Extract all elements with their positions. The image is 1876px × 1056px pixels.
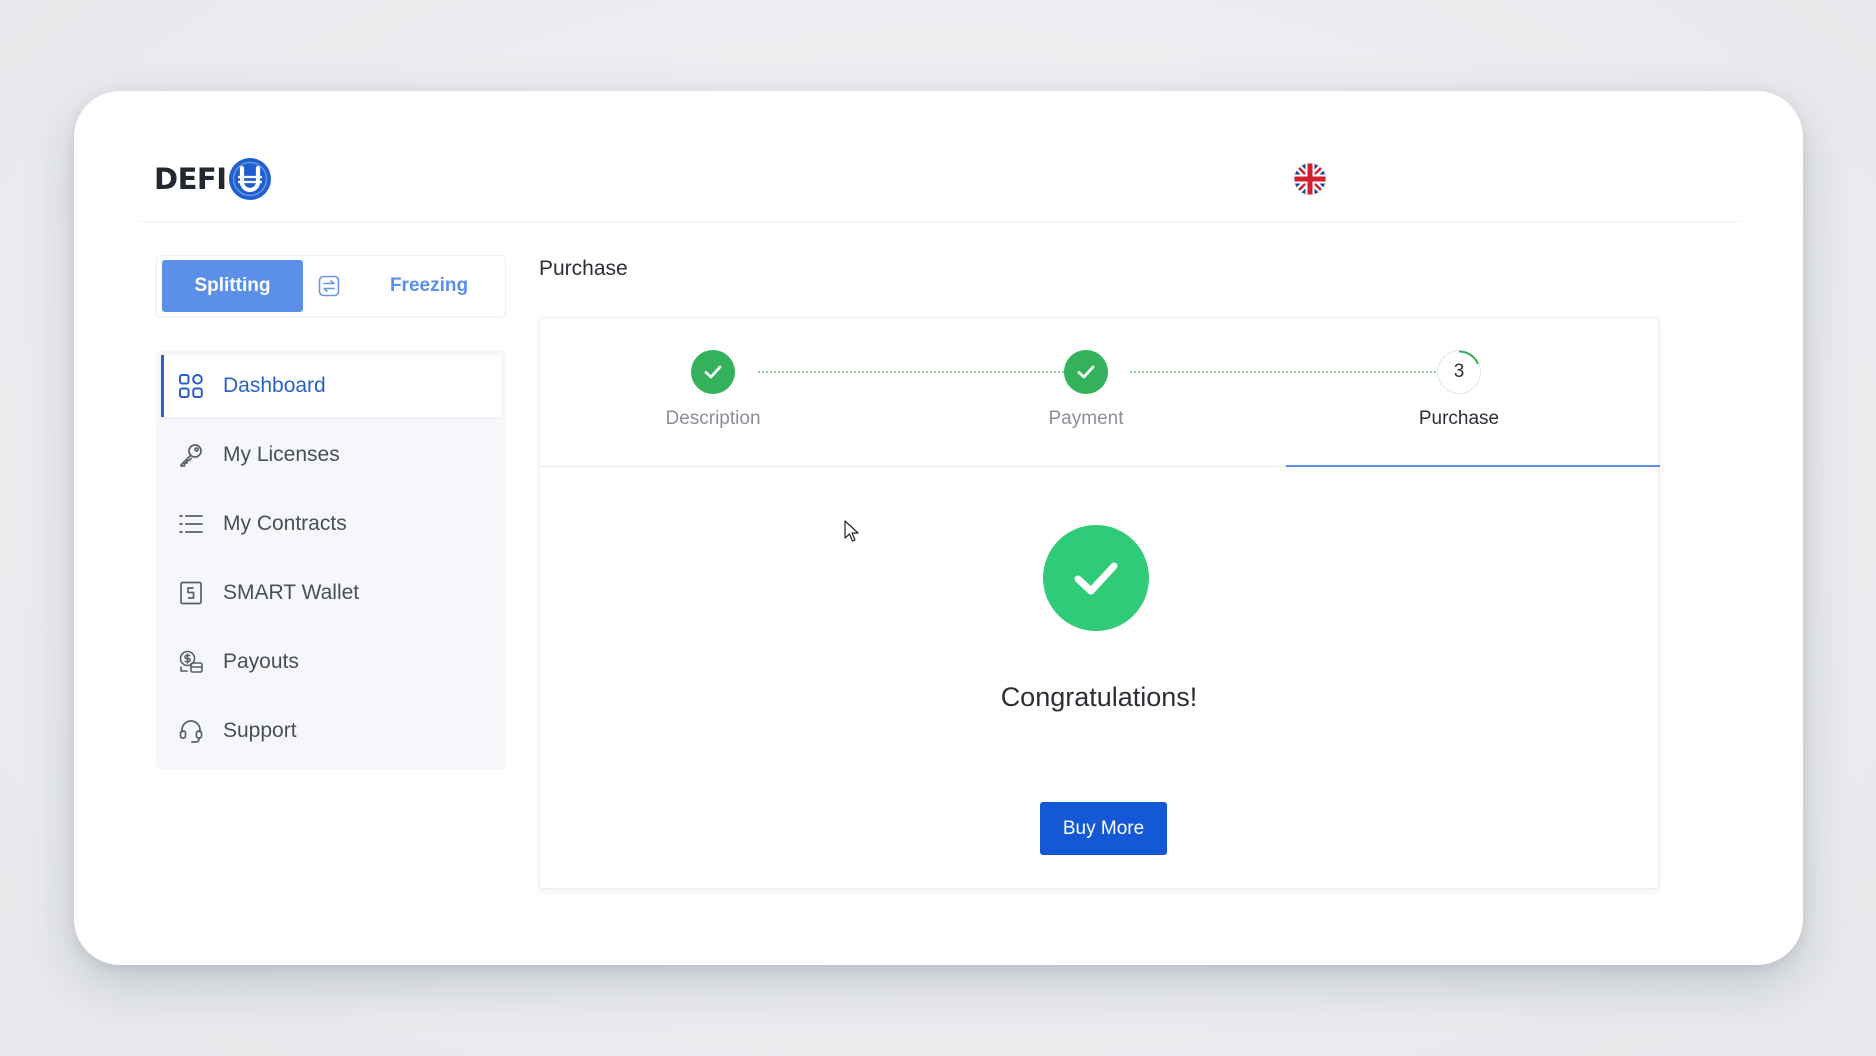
active-step-indicator bbox=[1286, 465, 1660, 467]
step-purchase[interactable]: 3 Purchase bbox=[1359, 350, 1559, 430]
page-title: Purchase bbox=[539, 257, 628, 280]
wallet-icon bbox=[177, 579, 205, 607]
mode-switch: Splitting Freezing bbox=[156, 255, 506, 317]
u-coin-icon bbox=[229, 158, 272, 200]
step-description[interactable]: Description bbox=[613, 350, 813, 430]
purchase-panel: Description Payment 3 Purchase Congratul… bbox=[539, 317, 1660, 889]
check-icon bbox=[1064, 350, 1108, 394]
sidebar-item-support[interactable]: Support bbox=[161, 700, 501, 762]
sidebar-item-my-contracts[interactable]: My Contracts bbox=[161, 493, 501, 555]
uk-flag-icon[interactable] bbox=[1293, 162, 1327, 196]
sidebar-item-label: My Contracts bbox=[223, 512, 347, 535]
progress-arc-icon bbox=[1458, 350, 1479, 365]
logo-text: DEFI bbox=[154, 162, 227, 196]
step-number: 3 bbox=[1437, 350, 1481, 394]
sidebar-item-payouts[interactable]: Payouts bbox=[161, 631, 501, 693]
grid-icon bbox=[177, 372, 205, 400]
sidebar-item-label: Payouts bbox=[223, 650, 299, 673]
step-payment[interactable]: Payment bbox=[986, 350, 1186, 430]
header-divider bbox=[140, 221, 1740, 222]
swap-icon[interactable] bbox=[303, 260, 355, 312]
step-label: Purchase bbox=[1418, 408, 1500, 429]
sidebar-item-label: My Licenses bbox=[223, 443, 340, 466]
list-icon bbox=[177, 510, 205, 538]
sidebar-item-label: SMART Wallet bbox=[223, 581, 360, 604]
sidebar-item-my-licenses[interactable]: My Licenses bbox=[161, 424, 501, 486]
splitting-tab[interactable]: Splitting bbox=[162, 260, 303, 312]
step-label: Description bbox=[665, 408, 761, 429]
sidebar-item-dashboard[interactable]: Dashboard bbox=[161, 355, 501, 417]
sidebar-item-label: Support bbox=[223, 719, 297, 742]
logo[interactable]: DEFI bbox=[154, 157, 272, 201]
headset-icon bbox=[177, 717, 205, 745]
sidebar-nav: Dashboard My Licenses My Contracts SMART… bbox=[156, 351, 506, 769]
sidebar-item-smart-wallet[interactable]: SMART Wallet bbox=[161, 562, 501, 624]
app-window: DEFI Splitting Freezing Dashboard My Lic… bbox=[74, 91, 1803, 965]
payout-icon bbox=[177, 648, 205, 676]
step-label: Payment bbox=[1048, 408, 1124, 429]
buy-more-button[interactable]: Buy More bbox=[1040, 802, 1167, 855]
check-circle-icon bbox=[1043, 525, 1149, 631]
sidebar-item-label: Dashboard bbox=[223, 374, 326, 397]
freezing-tab[interactable]: Freezing bbox=[359, 260, 499, 312]
key-icon bbox=[177, 441, 205, 469]
check-icon bbox=[691, 350, 735, 394]
mouse-cursor-icon bbox=[844, 520, 859, 542]
success-message: Congratulations! bbox=[1000, 682, 1198, 712]
